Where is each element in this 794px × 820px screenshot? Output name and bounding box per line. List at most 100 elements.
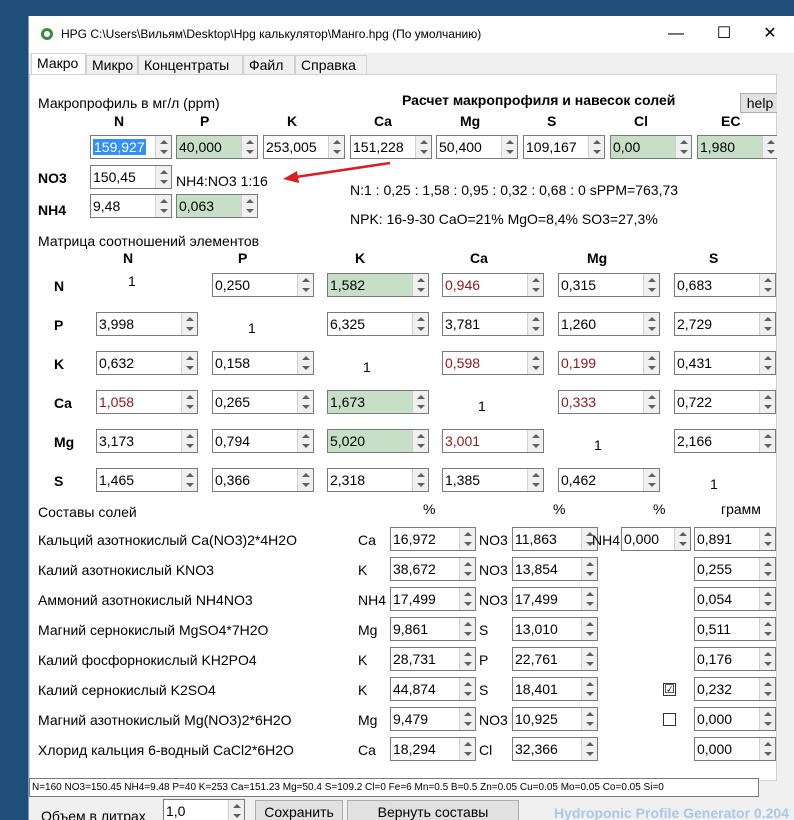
pct-header-3: % (653, 501, 666, 517)
macro-header-0: N (114, 113, 125, 129)
salt-gram-input-5[interactable]: 0,232 (694, 677, 776, 701)
salt-gram-input-3[interactable]: 0,511 (694, 617, 776, 641)
vertical-scrollbar[interactable] (777, 74, 794, 781)
no3-input[interactable]: 150,45 (90, 165, 172, 189)
matrix-cell-4-1[interactable]: 0,794 (212, 429, 314, 453)
matrix-cell-1-2[interactable]: 6,325 (327, 312, 429, 336)
salt-element1-5: K (358, 682, 368, 698)
salt-percent1-input-7[interactable]: 18,294 (390, 737, 476, 761)
tab-micro[interactable]: Микро (86, 55, 138, 75)
macro-value-input-4[interactable]: 50,400 (436, 135, 518, 159)
salt-percent1-input-0[interactable]: 16,972 (390, 527, 476, 551)
salt-percent2-input-0[interactable]: 11,863 (512, 527, 598, 551)
salt-percent1-input-1[interactable]: 38,672 (390, 557, 476, 581)
matrix-cell-2-0[interactable]: 0,632 (96, 351, 198, 375)
matrix-cell-4-2[interactable]: 5,020 (327, 429, 429, 453)
matrix-row-label-5: S (54, 473, 64, 489)
salt-gram-input-2[interactable]: 0,054 (694, 587, 776, 611)
salt-percent2-input-2[interactable]: 17,499 (512, 587, 598, 611)
macro-value-input-5[interactable]: 109,167 (523, 135, 605, 159)
macro-value-input-7[interactable]: 1,980 (697, 135, 779, 159)
nh4-input[interactable]: 9,48 (90, 194, 172, 218)
matrix-cell-5-0[interactable]: 1,465 (96, 468, 198, 492)
salt-name-1: Калий азотнокислый KNO3 (38, 562, 214, 578)
matrix-row-label-3: Ca (54, 395, 72, 411)
save-button[interactable]: Сохранить (255, 800, 343, 820)
salt-percent1-input-3[interactable]: 9,861 (390, 617, 476, 641)
macro-value-input-0[interactable]: 159,927 (90, 135, 172, 159)
salt-percent3-input-0[interactable]: 0,000 (621, 527, 691, 551)
close-button[interactable]: ✕ (755, 23, 785, 45)
macro-value-input-6[interactable]: 0,00 (610, 135, 692, 159)
matrix-cell-2-1[interactable]: 0,158 (212, 351, 314, 375)
restore-button[interactable]: Вернуть составы (347, 800, 519, 820)
matrix-cell-0-1[interactable]: 0,250 (212, 273, 314, 297)
macro-value-input-3[interactable]: 151,228 (350, 135, 432, 159)
salt-gram-input-7[interactable]: 0,000 (694, 737, 776, 761)
salt-element1-1: K (358, 562, 368, 578)
salt-gram-input-4[interactable]: 0,176 (694, 647, 776, 671)
matrix-cell-2-3[interactable]: 0,598 (442, 351, 544, 375)
matrix-cell-1-3[interactable]: 3,781 (442, 312, 544, 336)
salt-checkbox-6[interactable] (663, 713, 676, 726)
tab-file[interactable]: Файл (243, 55, 295, 75)
matrix-cell-4-3[interactable]: 3,001 (442, 429, 544, 453)
matrix-cell-5-1[interactable]: 0,366 (212, 468, 314, 492)
minimize-button[interactable]: — (661, 23, 691, 45)
salt-element1-2: NH4 (358, 592, 387, 608)
matrix-cell-0-5[interactable]: 0,683 (674, 273, 776, 297)
salt-percent2-input-1[interactable]: 13,854 (512, 557, 598, 581)
salt-percent2-input-6[interactable]: 10,925 (512, 707, 598, 731)
salt-checkbox-5[interactable]: ☑ (663, 683, 676, 696)
help-button[interactable]: help (740, 93, 780, 113)
salt-percent2-input-3[interactable]: 13,010 (512, 617, 598, 641)
npk-line: NPK: 16-9-30 CaO=21% MgO=8,4% SO3=27,3% (350, 211, 658, 227)
matrix-cell-1-4[interactable]: 1,260 (558, 312, 660, 336)
matrix-cell-3-2[interactable]: 1,673 (327, 390, 429, 414)
matrix-cell-2-5[interactable]: 0,431 (674, 351, 776, 375)
salt-percent1-input-2[interactable]: 17,499 (390, 587, 476, 611)
matrix-cell-3-5[interactable]: 0,722 (674, 390, 776, 414)
volume-label: Объем в литрах (41, 808, 146, 820)
matrix-cell-0-3[interactable]: 0,946 (442, 273, 544, 297)
matrix-cell-2-4[interactable]: 0,199 (558, 351, 660, 375)
matrix-cell-1-0[interactable]: 3,998 (96, 312, 198, 336)
matrix-cell-3-0[interactable]: 1,058 (96, 390, 198, 414)
salt-percent2-input-7[interactable]: 32,366 (512, 737, 598, 761)
macro-header-3: Ca (374, 113, 392, 129)
matrix-cell-0-2[interactable]: 1,582 (327, 273, 429, 297)
app-icon (41, 28, 53, 40)
tab-macro[interactable]: Макро (31, 53, 86, 75)
matrix-cell-5-4[interactable]: 0,462 (558, 468, 660, 492)
matrix-cell-0-4[interactable]: 0,315 (558, 273, 660, 297)
salt-name-4: Калий фосфорнокислый KH2PO4 (38, 652, 257, 668)
macro-value-input-2[interactable]: 253,005 (263, 135, 345, 159)
matrix-cell-3-4[interactable]: 0,333 (558, 390, 660, 414)
maximize-button[interactable]: ☐ (709, 23, 739, 45)
matrix-cell-4-0[interactable]: 3,173 (96, 429, 198, 453)
salt-percent2-input-4[interactable]: 22,761 (512, 647, 598, 671)
salt-gram-input-6[interactable]: 0,000 (694, 707, 776, 731)
volume-input[interactable]: 1,0 (163, 799, 245, 820)
tab-help[interactable]: Справка (295, 55, 367, 75)
salt-gram-input-0[interactable]: 0,891 (694, 527, 776, 551)
salt-percent1-input-4[interactable]: 28,731 (390, 647, 476, 671)
salts-title: Составы солей (38, 504, 137, 520)
nh4-ratio-input[interactable]: 0,063 (176, 194, 258, 218)
matrix-cell-1-5[interactable]: 2,729 (674, 312, 776, 336)
matrix-cell-4-5[interactable]: 2,166 (674, 429, 776, 453)
salt-gram-input-1[interactable]: 0,255 (694, 557, 776, 581)
salt-name-3: Магний сернокислый MgSO4*7H2O (38, 622, 269, 638)
pct-header-2: % (553, 501, 566, 517)
matrix-cell-5-2[interactable]: 2,318 (327, 468, 429, 492)
tab-concentrates[interactable]: Концентраты (138, 55, 243, 75)
salt-element2-0: NO3 (479, 532, 508, 548)
salt-element2-3: S (479, 622, 489, 638)
salt-percent1-input-6[interactable]: 9,479 (390, 707, 476, 731)
salt-percent1-input-5[interactable]: 44,874 (390, 677, 476, 701)
macro-value-input-1[interactable]: 40,000 (176, 135, 258, 159)
matrix-cell-3-1[interactable]: 0,265 (212, 390, 314, 414)
salt-percent2-input-5[interactable]: 18,401 (512, 677, 598, 701)
matrix-title: Матрица соотношений элементов (38, 233, 260, 249)
matrix-cell-5-3[interactable]: 1,385 (442, 468, 544, 492)
